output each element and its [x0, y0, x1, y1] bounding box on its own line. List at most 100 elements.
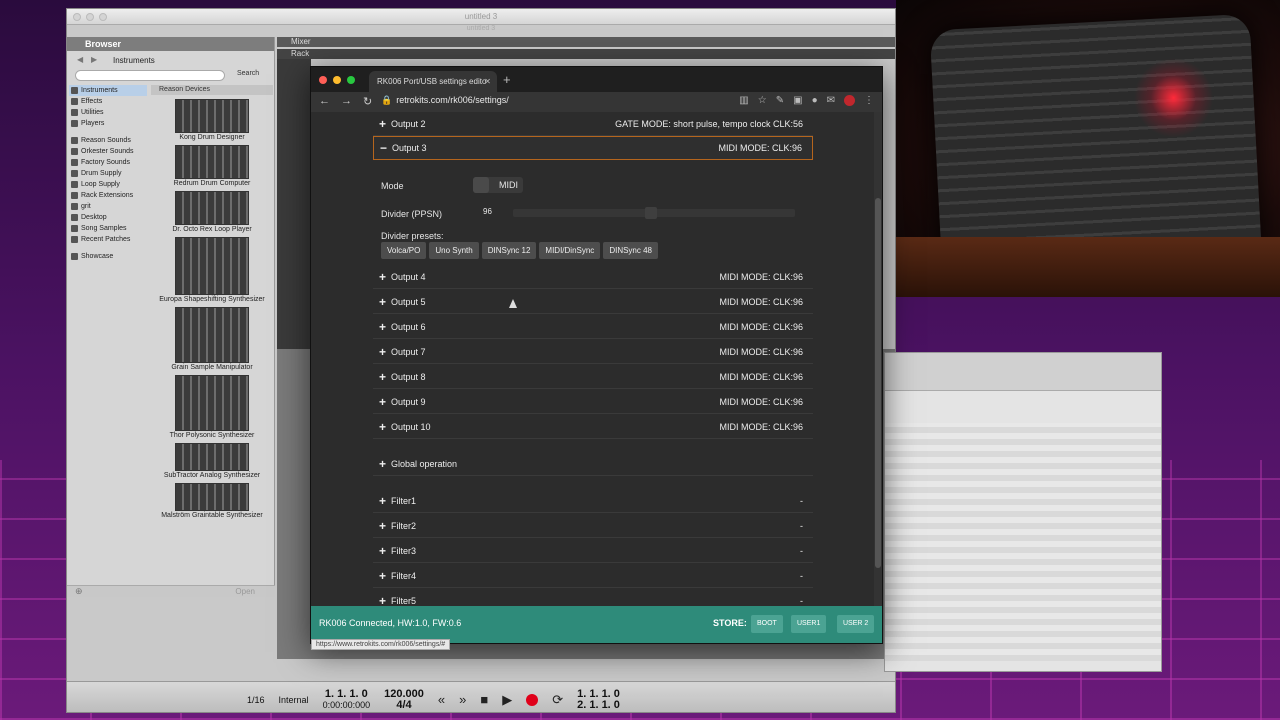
close-icon[interactable] [73, 13, 81, 21]
preset-button[interactable]: Volca/PO [381, 242, 427, 259]
forward-icon[interactable]: → [341, 95, 352, 108]
expand-icon: + [379, 116, 387, 131]
mixer-strip[interactable]: Mixer [277, 37, 895, 47]
device-thumbnail [175, 237, 249, 295]
store-user1-button[interactable]: USER1 [791, 615, 827, 633]
forward-icon[interactable]: ▶ [91, 55, 97, 64]
accordion-global-operation[interactable]: + Global operation [373, 452, 813, 476]
circle-icon[interactable]: ● [812, 95, 818, 106]
new-tab-icon[interactable]: + [503, 72, 511, 87]
browser-crumb[interactable]: Instruments [113, 56, 155, 65]
category-item[interactable]: Drum Supply [69, 168, 147, 179]
filter-summary: - [800, 570, 803, 581]
accordion-output[interactable]: + Output 8 MIDI MODE: CLK:96 [373, 365, 813, 389]
accordion-output[interactable]: + Output 7 MIDI MODE: CLK:96 [373, 340, 813, 364]
device-item[interactable]: Grain Sample Manipulator [151, 307, 273, 371]
mode-checkbox[interactable] [473, 177, 489, 193]
loop-locators[interactable]: 1. 1. 1. 0 2. 1. 1. 0 [577, 688, 620, 711]
accordion-filter[interactable]: + Filter1 - [373, 489, 813, 513]
fast-forward-icon[interactable]: » [459, 692, 466, 707]
category-item[interactable]: Reason Sounds [69, 135, 147, 146]
category-item[interactable]: grit [69, 201, 147, 212]
tempo-display[interactable]: 120.000 4/4 [384, 688, 424, 711]
record-icon[interactable] [526, 693, 539, 706]
page-scrollbar[interactable] [874, 112, 882, 606]
preset-button[interactable]: DINSync 48 [603, 242, 658, 259]
bookmark-star-icon[interactable]: ☆ [758, 95, 767, 106]
url-field[interactable]: 🔒 retrokits.com/rk006/settings/ [381, 95, 509, 106]
accordion-output[interactable]: + Output 5 MIDI MODE: CLK:96 [373, 290, 813, 314]
add-icon[interactable]: ⊕ [75, 586, 83, 597]
accordion-output-2[interactable]: + Output 2 GATE MODE: short pulse, tempo… [373, 112, 813, 136]
sync-mode[interactable]: Internal [279, 695, 309, 705]
category-item[interactable]: Song Samples [69, 223, 147, 234]
device-item[interactable]: SubTractor Analog Synthesizer [151, 443, 273, 479]
accordion-filter[interactable]: + Filter4 - [373, 564, 813, 588]
pencil-icon[interactable]: ✎ [776, 95, 784, 106]
store-user2-button[interactable]: USER 2 [837, 615, 875, 633]
output-label: Output 4 [391, 271, 426, 282]
device-item[interactable]: Dr. Octo Rex Loop Player [151, 191, 273, 233]
rack-strip[interactable]: Rack [277, 49, 895, 59]
accordion-output-3[interactable]: − Output 3 MIDI MODE: CLK:96 [373, 136, 813, 160]
accordion-output[interactable]: + Output 9 MIDI MODE: CLK:96 [373, 390, 813, 414]
accordion-output[interactable]: + Output 4 MIDI MODE: CLK:96 [373, 265, 813, 289]
category-item[interactable]: Loop Supply [69, 179, 147, 190]
back-icon[interactable]: ← [319, 95, 330, 108]
reader-icon[interactable]: ▥ [739, 95, 748, 106]
device-item[interactable]: Thor Polysonic Synthesizer [151, 375, 273, 439]
category-item[interactable]: Recent Patches [69, 234, 147, 245]
tab-rk006-settings[interactable]: RK006 Port/USB settings edito ✕ [369, 71, 497, 92]
device-label: Kong Drum Designer [179, 134, 245, 141]
category-item[interactable]: Desktop [69, 212, 147, 223]
minimize-icon[interactable] [86, 13, 94, 21]
category-item[interactable]: Showcase [69, 251, 147, 262]
close-icon[interactable] [319, 76, 327, 84]
rewind-icon[interactable]: « [438, 692, 445, 707]
output-mode-summary: MIDI MODE: CLK:96 [719, 421, 803, 432]
device-item[interactable]: Redrum Drum Computer [151, 145, 273, 187]
device-thumbnail [175, 145, 249, 179]
category-item[interactable]: Orkester Sounds [69, 146, 147, 157]
reload-icon[interactable]: ↻ [363, 95, 372, 108]
mode-toggle[interactable]: MIDI [473, 177, 523, 193]
category-item[interactable]: Utilities [69, 107, 147, 118]
category-item[interactable]: Factory Sounds [69, 157, 147, 168]
divider-slider[interactable] [513, 207, 795, 219]
extension-icon[interactable]: ▣ [793, 95, 802, 106]
accordion-output[interactable]: + Output 10 MIDI MODE: CLK:96 [373, 415, 813, 439]
preset-button[interactable]: Uno Synth [429, 242, 479, 259]
preset-button[interactable]: MIDI/DinSync [539, 242, 601, 259]
browser-search-input[interactable] [75, 70, 225, 81]
loop-icon[interactable]: ⟳ [552, 692, 563, 708]
category-item[interactable]: Instruments [69, 85, 147, 96]
accordion-filter[interactable]: + Filter2 - [373, 514, 813, 538]
position-display[interactable]: 1. 1. 1. 0 0:00:00:000 [323, 688, 371, 711]
category-item[interactable]: Rack Extensions [69, 190, 147, 201]
profile-avatar-icon[interactable] [844, 95, 855, 106]
device-item[interactable]: Malström Graintable Synthesizer [151, 483, 273, 519]
minimize-icon[interactable] [333, 76, 341, 84]
store-boot-button[interactable]: BOOT [751, 615, 783, 633]
device-item[interactable]: Europa Shapeshifting Synthesizer [151, 237, 273, 303]
zoom-icon[interactable] [347, 76, 355, 84]
scrollbar-thumb[interactable] [875, 198, 881, 568]
preset-button[interactable]: DINSync 12 [481, 242, 537, 259]
accordion-filter[interactable]: + Filter5 - [373, 589, 813, 607]
stop-icon[interactable]: ■ [480, 692, 488, 707]
divider-slider-handle[interactable] [645, 207, 657, 219]
search-button[interactable]: Search [237, 70, 259, 77]
accordion-output[interactable]: + Output 6 MIDI MODE: CLK:96 [373, 315, 813, 339]
back-icon[interactable]: ◀ [77, 55, 83, 64]
category-item[interactable]: Players [69, 118, 147, 129]
accordion-filter[interactable]: + Filter3 - [373, 539, 813, 563]
menu-icon[interactable]: ⋮ [864, 95, 874, 106]
open-button[interactable]: Open [235, 587, 255, 596]
device-item[interactable]: Kong Drum Designer [151, 99, 273, 141]
zoom-icon[interactable] [99, 13, 107, 21]
category-item[interactable]: Effects [69, 96, 147, 107]
mail-icon[interactable]: ✉ [827, 95, 835, 106]
play-icon[interactable]: ▶ [502, 692, 512, 708]
tab-close-icon[interactable]: ✕ [484, 71, 491, 92]
quantize-value[interactable]: 1/16 [247, 695, 265, 705]
